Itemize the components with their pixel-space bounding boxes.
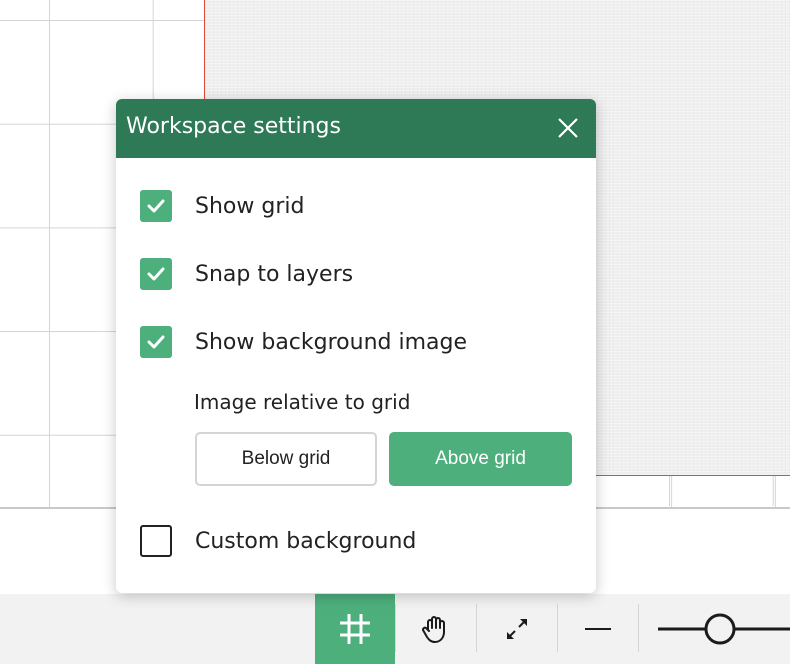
workspace-settings-dialog: Workspace settings Show grid Snap to lay…	[116, 99, 596, 593]
custom-background-label: Custom background	[195, 528, 417, 554]
grid-toggle-button[interactable]	[315, 594, 395, 664]
zoom-out-button[interactable]	[558, 594, 638, 664]
snap-to-layers-label: Snap to layers	[195, 261, 354, 287]
dialog-title: Workspace settings	[126, 114, 341, 139]
bottom-toolbar	[0, 594, 790, 664]
snap-to-layers-checkbox[interactable]	[140, 258, 172, 290]
snap-to-layers-option[interactable]: Snap to layers	[140, 258, 353, 290]
custom-background-option[interactable]: Custom background	[140, 525, 416, 557]
check-icon	[147, 199, 165, 213]
close-button[interactable]	[554, 114, 582, 142]
show-background-image-option[interactable]: Show background image	[140, 326, 467, 358]
show-background-image-checkbox[interactable]	[140, 326, 172, 358]
check-icon	[147, 267, 165, 281]
grid-icon	[340, 614, 370, 644]
expand-icon	[507, 619, 527, 639]
show-background-image-label: Show background image	[195, 329, 467, 355]
image-relative-label: Image relative to grid	[194, 390, 411, 414]
zoom-slider-track	[658, 613, 790, 645]
minus-icon	[585, 628, 611, 630]
custom-background-checkbox[interactable]	[140, 525, 172, 557]
zoom-slider[interactable]	[650, 594, 790, 664]
fit-screen-button[interactable]	[477, 594, 557, 664]
show-grid-option[interactable]: Show grid	[140, 190, 304, 222]
show-grid-checkbox[interactable]	[140, 190, 172, 222]
below-grid-button[interactable]: Below grid	[195, 432, 377, 486]
grid-overlay	[600, 476, 790, 506]
dialog-header: Workspace settings	[116, 99, 596, 158]
check-icon	[147, 335, 165, 349]
show-grid-label: Show grid	[195, 193, 305, 219]
hand-icon	[422, 616, 445, 643]
close-icon	[558, 118, 578, 138]
pan-button[interactable]	[396, 594, 476, 664]
above-grid-button[interactable]: Above grid	[389, 432, 572, 486]
